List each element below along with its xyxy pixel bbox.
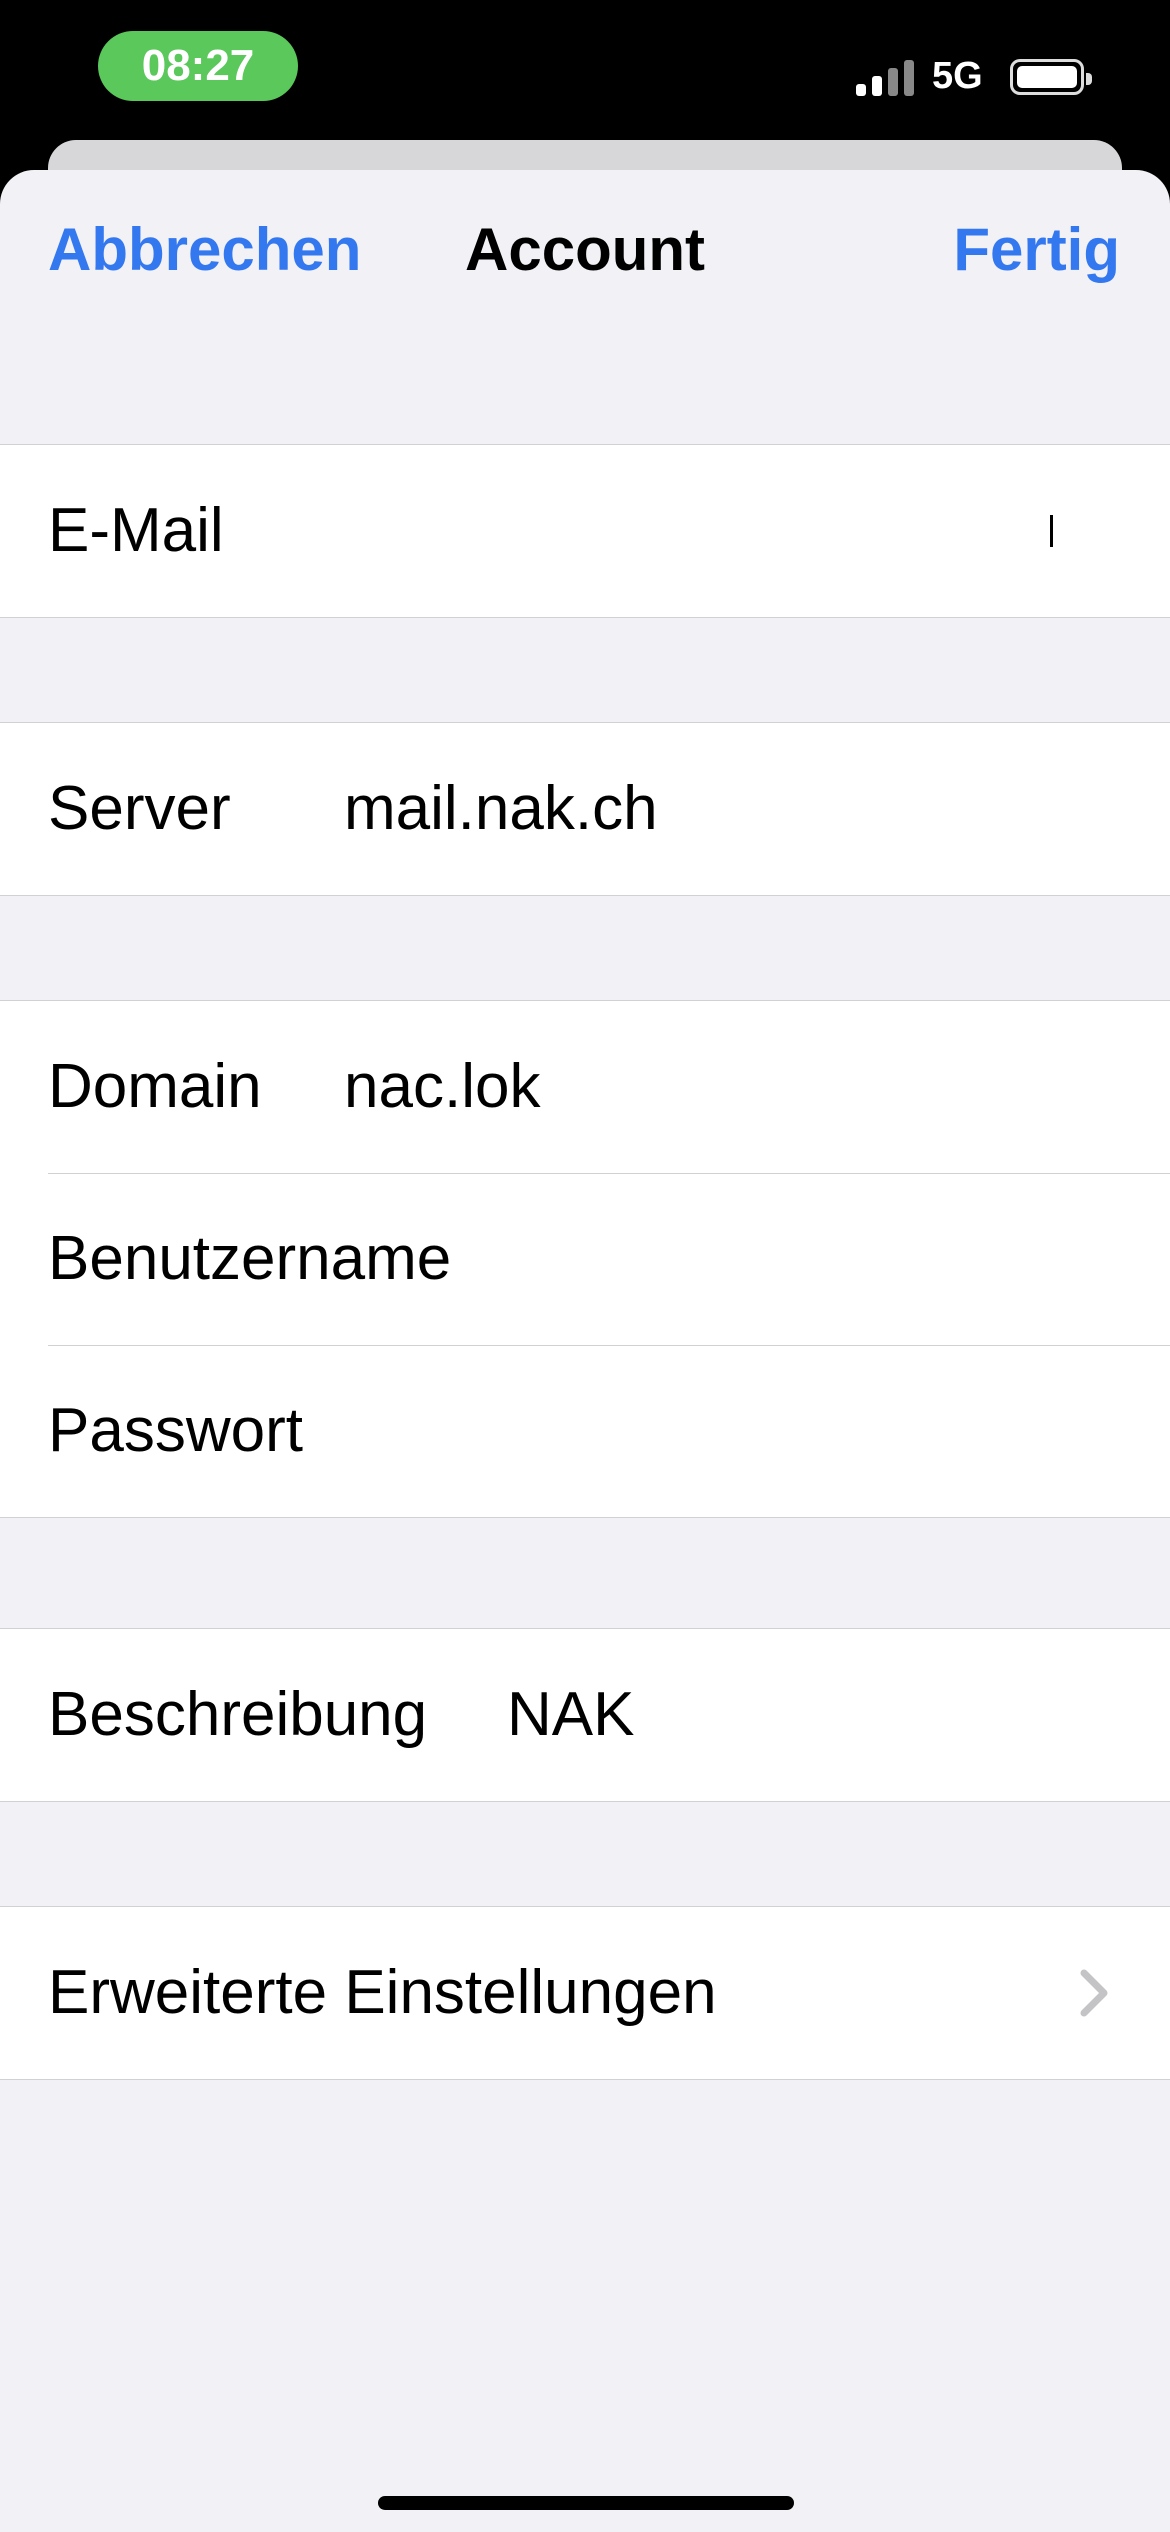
cellular-signal-icon (856, 60, 916, 96)
cancel-button[interactable]: Abbrechen (48, 210, 361, 290)
text-cursor (1050, 515, 1053, 547)
status-bar: 08:27 5G (0, 0, 1170, 140)
server-field[interactable]: Server mail.nak.ch (0, 723, 1170, 895)
description-value[interactable]: NAK (507, 1629, 634, 1801)
advanced-settings-row[interactable]: Erweiterte Einstellungen (0, 1907, 1170, 2079)
chevron-right-icon (1080, 1969, 1108, 2017)
battery-icon (1010, 59, 1092, 95)
home-indicator[interactable] (378, 2496, 794, 2510)
advanced-group: Erweiterte Einstellungen (0, 1906, 1170, 2080)
email-field[interactable]: E-Mail (0, 445, 1170, 617)
credentials-group: Domain nac.lok Benutzername Passwort (0, 1000, 1170, 1518)
domain-field[interactable]: Domain nac.lok (0, 1001, 1170, 1173)
done-button[interactable]: Fertig (953, 210, 1120, 290)
server-value[interactable]: mail.nak.ch (344, 723, 658, 895)
description-label: Beschreibung (48, 1680, 428, 1749)
server-label: Server (48, 774, 231, 843)
account-sheet: Account Abbrechen Fertig E-Mail Server m… (0, 170, 1170, 2532)
password-field[interactable]: Passwort (0, 1345, 1170, 1517)
network-type: 5G (932, 55, 983, 97)
username-field[interactable]: Benutzername (0, 1173, 1170, 1345)
email-group: E-Mail (0, 444, 1170, 618)
description-field[interactable]: Beschreibung NAK (0, 1629, 1170, 1801)
email-label: E-Mail (48, 496, 224, 565)
password-label: Passwort (48, 1396, 303, 1465)
advanced-settings-label: Erweiterte Einstellungen (48, 1958, 717, 2027)
status-time[interactable]: 08:27 (98, 31, 298, 101)
server-group: Server mail.nak.ch (0, 722, 1170, 896)
description-group: Beschreibung NAK (0, 1628, 1170, 1802)
username-label: Benutzername (48, 1224, 452, 1293)
domain-label: Domain (48, 1052, 262, 1121)
domain-value[interactable]: nac.lok (344, 1001, 540, 1173)
